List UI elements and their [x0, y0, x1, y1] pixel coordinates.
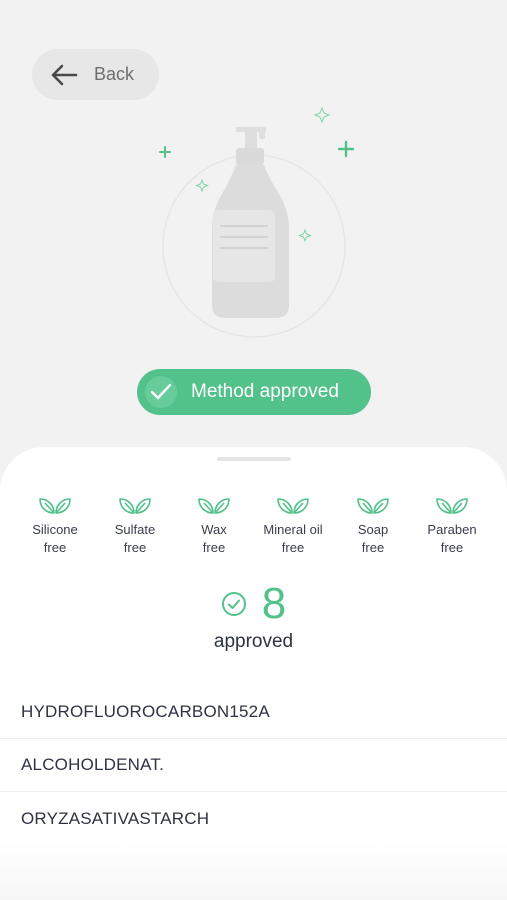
feature-wax-free: Wax free: [169, 495, 259, 557]
results-sheet: Silicone free Sulfate free Wax free Mine…: [0, 447, 507, 900]
feature-mineral-oil-free: Mineral oil free: [248, 495, 338, 557]
approved-count: 8: [261, 579, 287, 628]
sheet-drag-handle[interactable]: [217, 457, 291, 461]
feature-paraben-free: Paraben free: [407, 495, 497, 557]
leaf-icon: [357, 498, 389, 514]
feature-soap-free: Soap free: [328, 495, 418, 557]
method-approved-badge: Method approved: [137, 369, 371, 415]
method-approved-label: Method approved: [191, 381, 339, 402]
feature-silicone-free: Silicone free: [10, 495, 100, 557]
feature-sulfate-free: Sulfate free: [90, 495, 180, 557]
feature-label: Wax free: [201, 522, 227, 555]
ingredient-row[interactable]: ORYZASATIVASTARCH: [0, 792, 507, 845]
feature-label: Soap free: [357, 522, 389, 555]
ingredient-row[interactable]: HYDROFLUOROCARBON152A: [0, 686, 507, 739]
back-label: Back: [94, 64, 135, 84]
approved-label: approved: [213, 631, 294, 652]
arrow-left-icon: [51, 64, 78, 85]
approved-count-row: 8: [0, 579, 507, 629]
feature-label: Sulfate free: [114, 522, 156, 555]
back-button[interactable]: Back: [32, 49, 159, 100]
feature-label: Mineral oil free: [263, 522, 323, 555]
leaf-icon: [436, 498, 468, 514]
leaf-icon: [277, 498, 309, 514]
feature-label: Paraben free: [427, 522, 477, 555]
leaf-icon: [39, 498, 71, 514]
product-illustration: [150, 100, 360, 340]
ingredient-list: HYDROFLUOROCARBON152A ALCOHOLDENAT. ORYZ…: [0, 686, 507, 845]
leaf-icon: [119, 498, 151, 514]
bottom-fade: [0, 840, 507, 900]
leaf-icon: [198, 498, 230, 514]
check-circle-icon: [221, 592, 246, 616]
feature-label: Silicone free: [32, 522, 78, 555]
ingredient-row[interactable]: ALCOHOLDENAT.: [0, 739, 507, 792]
checkmark-icon: [145, 376, 177, 408]
